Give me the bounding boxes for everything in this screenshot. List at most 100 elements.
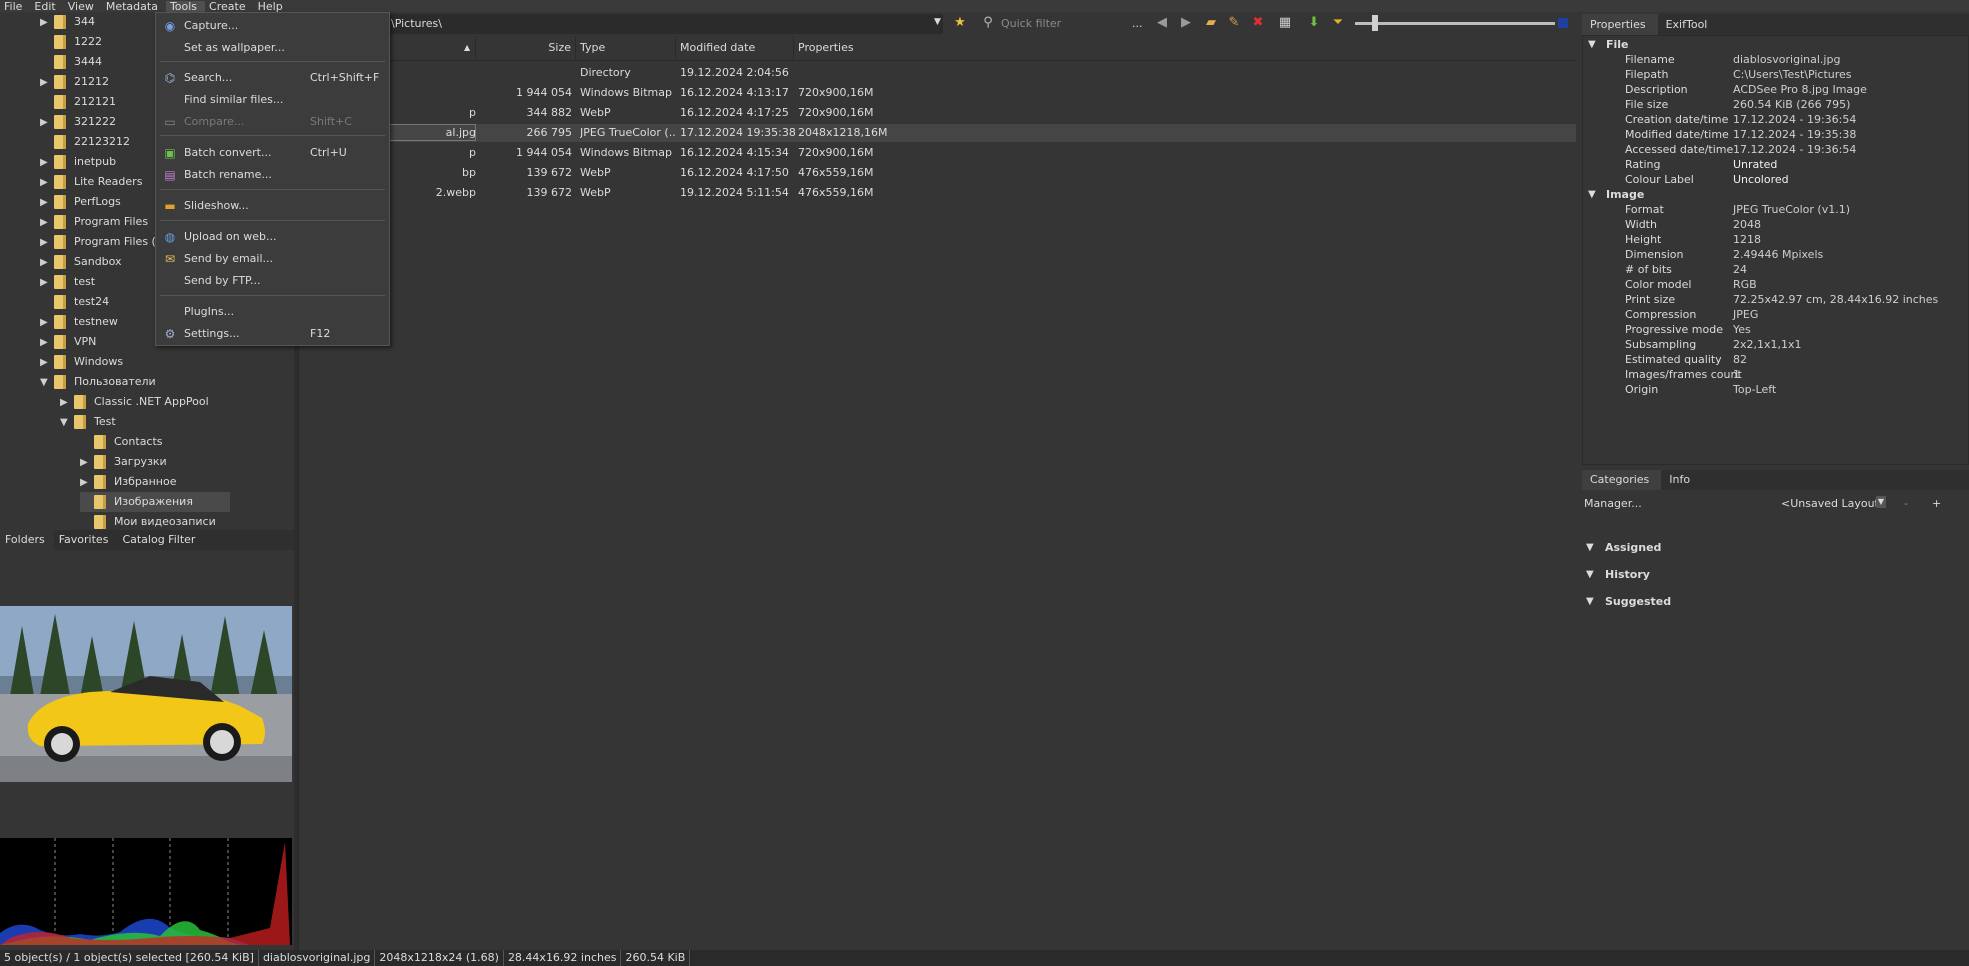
category-section-history[interactable]: History (1605, 567, 1650, 583)
expand-arrow-icon[interactable]: ▶ (40, 273, 54, 293)
expand-arrow-icon[interactable]: ▶ (40, 73, 54, 93)
section-collapse-icon[interactable]: ▼ (1586, 594, 1594, 610)
tree-item[interactable]: ▶ 344 (40, 12, 95, 32)
menu-item-send-by-ftp[interactable]: Send by FTP... (156, 271, 389, 291)
section-collapse-icon[interactable]: ▼ (1586, 540, 1594, 556)
section-file[interactable]: File (1606, 37, 1629, 52)
expand-arrow-icon[interactable]: ▶ (40, 173, 54, 193)
layout-dropdown-icon[interactable]: ▼ (1876, 496, 1886, 508)
expand-arrow-icon[interactable]: ▶ (40, 113, 54, 133)
view-mode-icon[interactable]: ▦ (1277, 15, 1293, 31)
file-row[interactable]: 1 944 054 Windows Bitmap 16.12.2024 4:13:1… (298, 84, 1576, 102)
section-collapse-icon[interactable]: ▼ (1586, 567, 1594, 583)
tree-item[interactable]: ▶ Classic .NET AppPool (60, 392, 209, 412)
star-icon[interactable]: ★ (952, 15, 968, 31)
tab-exiftool[interactable]: ExifTool (1658, 14, 1720, 35)
tree-item[interactable]: ▶ testnew (40, 312, 118, 332)
remove-layout-button[interactable]: - (1904, 497, 1908, 510)
tree-item[interactable]: ▶ VPN (40, 332, 96, 352)
path-dropdown-icon[interactable]: ▼ (934, 17, 941, 27)
thumbnail-size-slider[interactable] (1355, 22, 1555, 25)
tree-item[interactable]: ▶ Загрузки (80, 452, 167, 472)
tree-item[interactable]: test24 (40, 292, 109, 312)
tree-item[interactable]: 1222 (40, 32, 102, 52)
tree-item[interactable]: Изображения (80, 492, 230, 512)
expand-arrow-icon[interactable]: ▶ (40, 233, 54, 253)
tab-categories[interactable]: Categories (1582, 470, 1662, 490)
expand-arrow-icon[interactable]: ▶ (40, 313, 54, 333)
file-row[interactable]: al.jpg 266 795 JPEG TrueColor (... 17.12.20… (298, 124, 1576, 142)
tree-item[interactable]: ▶ 21212 (40, 72, 109, 92)
move-icon[interactable]: ✎ (1226, 15, 1242, 31)
tab-properties[interactable]: Properties (1582, 14, 1658, 35)
section-collapse-icon[interactable]: ▼ (1588, 187, 1596, 202)
filter-more-button[interactable]: ... (1132, 17, 1143, 30)
tab-info[interactable]: Info (1661, 470, 1702, 490)
file-row[interactable]: 2.webp 139 672 WebP 19.12.2024 5:11:54 476x5… (298, 184, 1576, 202)
tree-item[interactable]: ▶ Lite Readers (40, 172, 142, 192)
menu-item-slideshow[interactable]: ▬ Slideshow... (156, 196, 389, 216)
category-section-suggested[interactable]: Suggested (1605, 594, 1671, 610)
tree-item[interactable]: ▶ Избранное (80, 472, 176, 492)
tree-item[interactable]: ▶ test (40, 272, 95, 292)
expand-arrow-icon[interactable]: ▶ (60, 393, 74, 413)
menu-item-search[interactable]: ⌬ Search... Ctrl+Shift+F (156, 68, 389, 88)
menu-item-settings[interactable]: ⚙ Settings... F12 (156, 324, 389, 344)
tree-item[interactable]: ▶ Sandbox (40, 252, 122, 272)
expand-arrow-icon[interactable]: ▶ (80, 453, 94, 473)
tree-item[interactable]: 22123212 (40, 132, 130, 152)
expanded-arrow-icon[interactable]: ▼ (60, 413, 74, 433)
tree-item[interactable]: ▶ Windows (40, 352, 123, 372)
tree-item[interactable]: 212121 (40, 92, 116, 112)
menu-item-upload-on-web[interactable]: ◍ Upload on web... (156, 227, 389, 247)
tree-item[interactable]: Contacts (80, 432, 163, 452)
tree-item[interactable]: ▼ Test (60, 412, 116, 432)
add-layout-button[interactable]: + (1932, 497, 1941, 510)
expand-arrow-icon[interactable]: ▶ (80, 473, 94, 493)
filter-icon[interactable]: ⏷ (1330, 15, 1346, 31)
manager-button[interactable]: Manager... (1584, 497, 1642, 510)
expand-arrow-icon[interactable]: ▶ (40, 253, 54, 273)
column-properties[interactable]: Properties (794, 36, 904, 60)
slider-knob[interactable] (1372, 15, 1378, 31)
layout-select[interactable]: <Unsaved Layout (1781, 497, 1879, 510)
delete-icon[interactable]: ✖ (1250, 15, 1266, 31)
menu-item-plugins[interactable]: PlugIns... (156, 302, 389, 322)
file-row[interactable]: p1 944 054 Windows Bitmap 16.12.2024 4:15:… (298, 144, 1576, 162)
forward-arrow-icon[interactable]: ▶ (1178, 15, 1194, 31)
expand-arrow-icon[interactable]: ▶ (40, 193, 54, 213)
file-row[interactable]: bp 139 672 WebP 16.12.2024 4:17:50 476x559,1… (298, 164, 1576, 182)
category-section-assigned[interactable]: Assigned (1605, 540, 1661, 556)
tab-favorites[interactable]: Favorites (54, 530, 118, 550)
tree-item[interactable]: ▼ Пользователи (40, 372, 156, 392)
menu-item-batch-rename[interactable]: ▤ Batch rename... (156, 165, 389, 185)
expanded-arrow-icon[interactable]: ▼ (40, 373, 54, 393)
file-row[interactable]: p 344 882 WebP 16.12.2024 4:17:25 720x900,16… (298, 104, 1576, 122)
expand-arrow-icon[interactable]: ▶ (40, 213, 54, 233)
quick-filter-input[interactable]: Quick filter (998, 15, 1128, 33)
tree-item[interactable]: Мои видеозаписи (80, 512, 216, 532)
menu-item-find-similar-files[interactable]: Find similar files... (156, 90, 389, 110)
column-modified[interactable]: Modified date (676, 36, 794, 60)
expand-arrow-icon[interactable]: ▶ (40, 353, 54, 373)
column-type[interactable]: Type (576, 36, 676, 60)
tree-item[interactable]: 3444 (40, 52, 102, 72)
tab-catalog-filter[interactable]: Catalog Filter (117, 530, 204, 550)
expand-arrow-icon[interactable]: ▶ (40, 13, 54, 33)
expand-arrow-icon[interactable]: ▶ (40, 153, 54, 173)
column-size[interactable]: Size (476, 36, 576, 60)
back-arrow-icon[interactable]: ◀ (1154, 15, 1170, 31)
path-field[interactable]: \Pictures\ ▼ (298, 14, 943, 34)
tab-folders[interactable]: Folders (0, 530, 54, 550)
section-collapse-icon[interactable]: ▼ (1588, 37, 1596, 52)
sort-icon[interactable]: ⬇ (1306, 15, 1322, 31)
tree-item[interactable]: ▶ 321222 (40, 112, 116, 132)
menu-item-batch-convert[interactable]: ▣ Batch convert... Ctrl+U (156, 143, 389, 163)
menu-item-set-as-wallpaper[interactable]: Set as wallpaper... (156, 38, 389, 58)
menu-item-capture[interactable]: ◉ Capture... (156, 16, 389, 36)
folder-up-icon[interactable]: ▰ (1203, 15, 1219, 31)
tree-item[interactable]: ▶ inetpub (40, 152, 116, 172)
expand-arrow-icon[interactable]: ▶ (40, 333, 54, 353)
tree-item[interactable]: ▶ Program Files (40, 212, 148, 232)
tree-item[interactable]: ▶ PerfLogs (40, 192, 121, 212)
